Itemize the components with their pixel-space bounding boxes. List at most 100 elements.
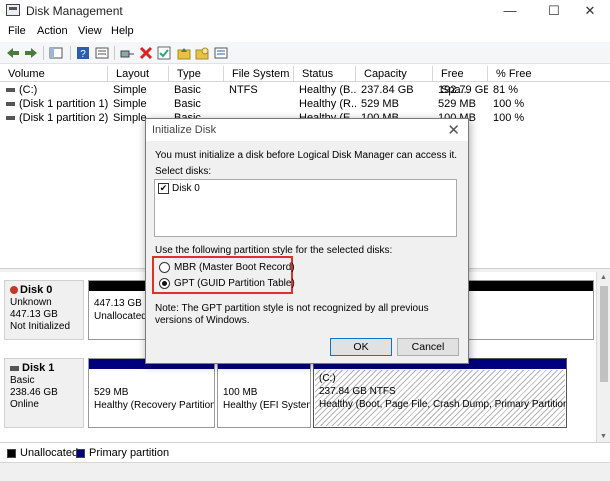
back-icon[interactable] bbox=[5, 45, 21, 61]
menu-bar: File Action View Help bbox=[0, 22, 610, 42]
connect-icon[interactable] bbox=[119, 45, 135, 61]
dialog-close-icon[interactable]: ✕ bbox=[447, 121, 460, 139]
header-volume[interactable]: Volume bbox=[0, 66, 108, 82]
status-bar bbox=[0, 462, 610, 481]
legend-primary-partition: Primary partition bbox=[89, 447, 170, 459]
folder-up-icon[interactable] bbox=[176, 45, 192, 61]
cell-volume: (Disk 1 partition 2) bbox=[19, 112, 108, 124]
cell-percent-free: 100 % bbox=[493, 98, 525, 110]
error-icon bbox=[10, 286, 18, 294]
cell-volume: (Disk 1 partition 1) bbox=[19, 98, 108, 110]
disk-icon bbox=[10, 365, 19, 371]
cell-status: Healthy (B... bbox=[299, 84, 356, 96]
title-bar: Disk Management — ☐ ✕ bbox=[0, 0, 610, 22]
disk-type: Unknown bbox=[10, 297, 52, 308]
cell-status: Healthy (R... bbox=[299, 98, 356, 110]
window-title: Disk Management bbox=[26, 4, 123, 18]
maximize-button[interactable]: ☐ bbox=[534, 0, 574, 22]
scroll-down-icon[interactable]: ▼ bbox=[600, 433, 607, 440]
disk-type: Basic bbox=[10, 375, 35, 386]
properties-icon[interactable] bbox=[94, 45, 110, 61]
legend: Unallocated Primary partition bbox=[0, 442, 610, 462]
disk-name: Disk 1 bbox=[22, 362, 55, 374]
menu-action[interactable]: Action bbox=[37, 25, 68, 37]
gpt-radio[interactable] bbox=[159, 278, 170, 289]
dialog-title: Initialize Disk bbox=[152, 124, 217, 136]
disk-name: Disk 0 bbox=[20, 284, 53, 296]
cell-file-system: NTFS bbox=[229, 84, 258, 96]
cell-volume: (C:) bbox=[19, 84, 38, 96]
partition-desc: Healthy (Boot, Page File, Crash Dump, Pr… bbox=[319, 399, 566, 410]
disk-0-checkbox[interactable]: ✔ bbox=[158, 183, 169, 194]
partition-size: 100 MB bbox=[223, 387, 258, 398]
cell-type: Basic bbox=[174, 84, 201, 96]
gpt-note: Note: The GPT partition style is not rec… bbox=[155, 303, 429, 326]
dialog-title-bar: Initialize Disk ✕ bbox=[146, 119, 468, 141]
forward-icon[interactable] bbox=[23, 45, 39, 61]
disk-view-scrollbar[interactable]: ▲ ▼ bbox=[596, 272, 610, 442]
header-layout[interactable]: Layout bbox=[108, 66, 169, 82]
volume-icon bbox=[6, 88, 15, 93]
select-disks-label: Select disks: bbox=[155, 166, 212, 177]
svg-text:?: ? bbox=[80, 49, 86, 60]
disk-1-label[interactable]: Disk 1 Basic 238.46 GB Online bbox=[4, 358, 84, 428]
cell-percent-free: 100 % bbox=[493, 112, 525, 124]
disk-management-icon bbox=[6, 4, 20, 16]
cell-capacity: 237.84 GB bbox=[361, 84, 414, 96]
disk-select-list: ✔ Disk 0 bbox=[154, 179, 457, 237]
mbr-radio[interactable] bbox=[159, 262, 170, 273]
dialog-intro: You must initialize a disk before Logica… bbox=[155, 150, 458, 161]
cell-file-system bbox=[229, 97, 294, 111]
open-folder-icon[interactable] bbox=[194, 45, 210, 61]
partition-recovery[interactable]: 529 MB Healthy (Recovery Partition) bbox=[88, 358, 215, 428]
scroll-thumb[interactable] bbox=[600, 286, 608, 382]
header-percent-free[interactable]: % Free bbox=[488, 66, 610, 82]
partition-label: (C:) bbox=[319, 373, 336, 384]
header-capacity[interactable]: Capacity bbox=[356, 66, 433, 82]
unallocated-swatch bbox=[7, 449, 16, 458]
toolbar: ? bbox=[0, 42, 610, 64]
partition-desc: Healthy (Recovery Partition) bbox=[94, 400, 214, 411]
mbr-label[interactable]: MBR (Master Boot Record) bbox=[174, 262, 295, 273]
disk-status: Not Initialized bbox=[10, 321, 71, 332]
cell-percent-free: 81 % bbox=[493, 84, 519, 96]
disk-0-label[interactable]: Disk 0 Unknown 447.13 GB Not Initialized bbox=[4, 280, 84, 340]
menu-help[interactable]: Help bbox=[111, 25, 134, 37]
cell-free-space: 529 MB bbox=[438, 98, 476, 110]
gpt-label[interactable]: GPT (GUID Partition Table) bbox=[174, 278, 295, 289]
partition-style-highlight: MBR (Master Boot Record) GPT (GUID Parti… bbox=[152, 256, 295, 294]
cancel-button[interactable]: Cancel bbox=[397, 338, 459, 356]
header-free-space[interactable]: Free Spa... bbox=[433, 66, 488, 96]
cell-free-space: 192.79 GB bbox=[438, 84, 488, 96]
console-tree-icon[interactable] bbox=[48, 45, 64, 61]
check-icon[interactable] bbox=[156, 45, 172, 61]
header-type[interactable]: Type bbox=[169, 66, 224, 82]
cell-layout: Simple bbox=[113, 84, 147, 96]
radio-selected-dot bbox=[162, 281, 167, 286]
disk-status: Online bbox=[10, 399, 39, 410]
close-button[interactable]: ✕ bbox=[570, 0, 610, 22]
disk-item-label[interactable]: Disk 0 bbox=[172, 183, 200, 194]
minimize-button[interactable]: — bbox=[490, 0, 530, 22]
menu-view[interactable]: View bbox=[78, 25, 102, 37]
partition-size: 237.84 GB NTFS bbox=[319, 386, 396, 397]
cell-layout: Simple bbox=[113, 98, 147, 110]
header-file-system[interactable]: File System bbox=[224, 66, 294, 82]
primary-partition-swatch bbox=[76, 449, 85, 458]
volume-icon bbox=[6, 116, 15, 121]
partition-style-label: Use the following partition style for th… bbox=[155, 245, 393, 256]
cell-type: Basic bbox=[174, 98, 201, 110]
initialize-disk-dialog: Initialize Disk ✕ You must initialize a … bbox=[145, 118, 469, 364]
list-icon[interactable] bbox=[213, 45, 229, 61]
ok-button[interactable]: OK bbox=[330, 338, 392, 356]
header-status[interactable]: Status bbox=[294, 66, 356, 82]
partition-c-drive[interactable]: (C:) 237.84 GB NTFS Healthy (Boot, Page … bbox=[313, 358, 567, 428]
partition-efi[interactable]: 100 MB Healthy (EFI System Partition) bbox=[217, 358, 311, 428]
scroll-up-icon[interactable]: ▲ bbox=[600, 274, 607, 281]
delete-icon[interactable] bbox=[138, 45, 154, 61]
menu-file[interactable]: File bbox=[8, 25, 26, 37]
disk-size: 238.46 GB bbox=[10, 387, 58, 398]
volume-icon bbox=[6, 102, 15, 107]
partition-size: 529 MB bbox=[94, 387, 129, 398]
help-icon[interactable]: ? bbox=[75, 45, 91, 61]
